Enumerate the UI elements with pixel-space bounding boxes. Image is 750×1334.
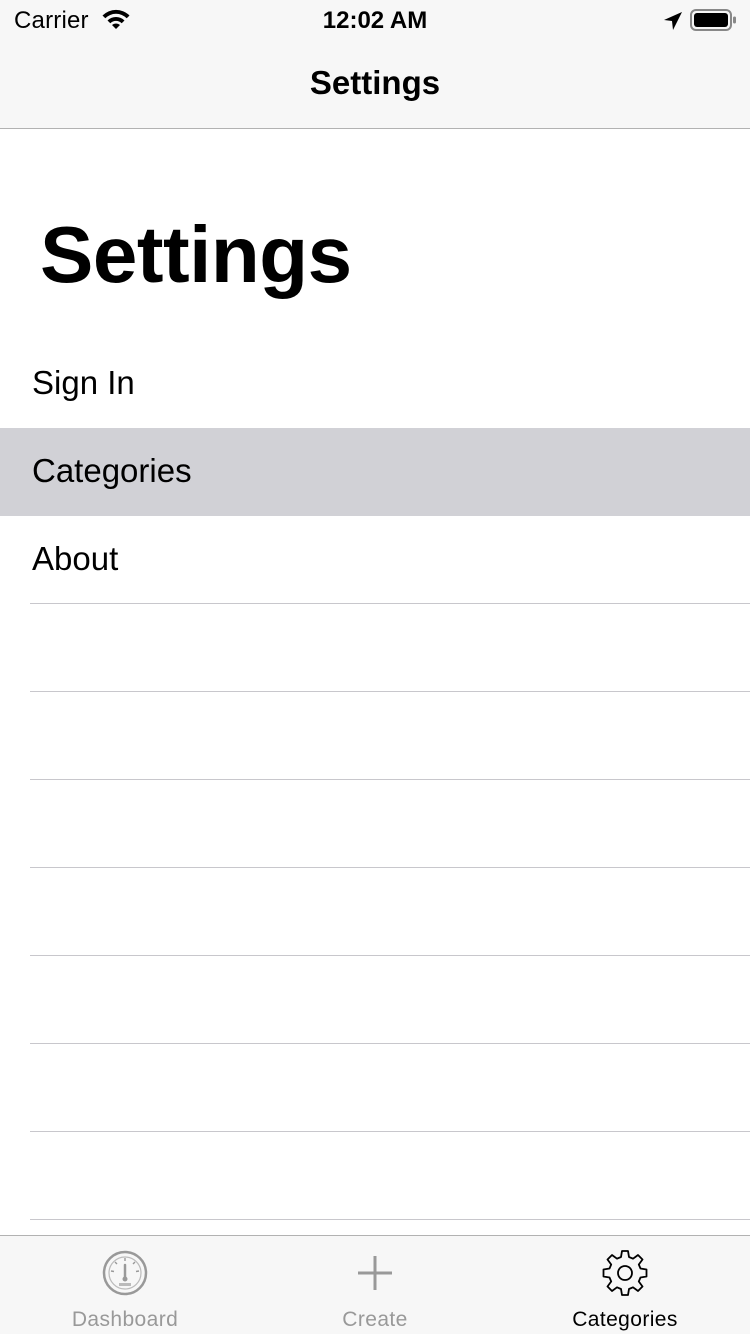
row-label: Categories <box>32 452 192 489</box>
tab-create[interactable]: Create <box>250 1236 500 1334</box>
row-separator <box>30 1219 750 1220</box>
empty-row <box>0 1132 750 1220</box>
tab-dashboard[interactable]: Dashboard <box>0 1236 250 1334</box>
settings-list: Sign In Categories About <box>0 340 750 1220</box>
tab-bar: Dashboard Create Categories <box>0 1235 750 1334</box>
tab-label: Categories <box>572 1308 678 1331</box>
tab-categories[interactable]: Categories <box>500 1236 750 1334</box>
settings-row-sign-in[interactable]: Sign In <box>0 340 750 428</box>
row-label: About <box>32 540 119 577</box>
nav-title: Settings <box>309 64 441 101</box>
battery-icon <box>690 9 736 31</box>
gear-icon <box>602 1250 648 1296</box>
tab-label: Create <box>342 1308 408 1331</box>
settings-content: Settings Sign In Categories About <box>0 129 750 1235</box>
location-arrow-icon <box>664 12 682 30</box>
empty-row <box>0 692 750 780</box>
navigation-bar: Settings <box>0 40 750 129</box>
empty-row <box>0 604 750 692</box>
speedometer-icon <box>102 1250 148 1296</box>
status-time: 12:02 AM <box>322 7 428 34</box>
empty-row <box>0 956 750 1044</box>
empty-row <box>0 868 750 956</box>
empty-row <box>0 1044 750 1132</box>
tab-label: Dashboard <box>71 1308 179 1331</box>
settings-row-categories[interactable]: Categories <box>0 428 750 516</box>
status-bar: Carrier 12:02 AM <box>0 0 750 40</box>
plus-icon <box>358 1256 392 1290</box>
page-title: Settings <box>40 210 352 299</box>
settings-row-about[interactable]: About <box>0 516 750 604</box>
empty-row <box>0 780 750 868</box>
row-label: Sign In <box>32 364 135 401</box>
